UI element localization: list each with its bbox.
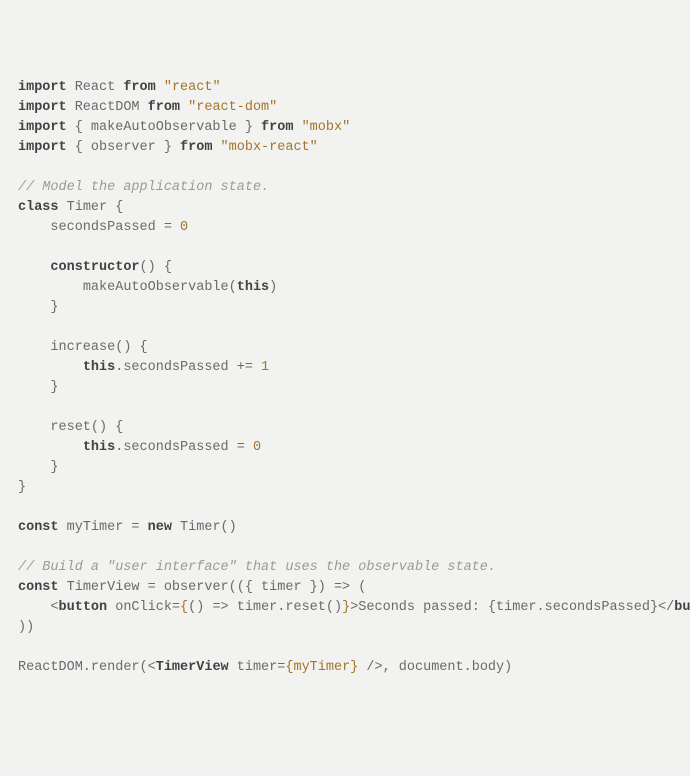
token-kw: import <box>18 80 67 95</box>
code-line: import ReactDOM from "react-dom" <box>18 98 672 118</box>
token-num: 1 <box>261 360 269 375</box>
token-kw: import <box>18 100 67 115</box>
code-line: reset() { <box>18 418 672 438</box>
code-line: import React from "react" <box>18 78 672 98</box>
token-kw: const <box>18 580 59 595</box>
token-kw: button <box>59 600 108 615</box>
token-kw: new <box>148 520 172 535</box>
token-kw: from <box>123 80 155 95</box>
token-kw: from <box>261 120 293 135</box>
code-line: const myTimer = new Timer() <box>18 518 672 538</box>
code-line <box>18 398 672 418</box>
token-kw: TimerView <box>156 660 229 675</box>
code-line <box>18 538 672 558</box>
token-kw: button <box>674 600 690 615</box>
code-line: )) <box>18 618 672 638</box>
code-line: import { observer } from "mobx-react" <box>18 138 672 158</box>
code-line <box>18 638 672 658</box>
code-line <box>18 238 672 258</box>
token-kw: import <box>18 140 67 155</box>
code-line: // Model the application state. <box>18 178 672 198</box>
token-kw: class <box>18 200 59 215</box>
token-num: 0 <box>180 220 188 235</box>
token-num: {myTimer} <box>285 660 358 675</box>
token-num: } <box>342 600 350 615</box>
code-line: increase() { <box>18 338 672 358</box>
code-line: } <box>18 458 672 478</box>
token-kw: const <box>18 520 59 535</box>
code-line: makeAutoObservable(this) <box>18 278 672 298</box>
code-line <box>18 318 672 338</box>
code-line <box>18 498 672 518</box>
token-num: 0 <box>253 440 261 455</box>
token-kw: this <box>237 280 269 295</box>
token-com: // Build a "user interface" that uses th… <box>18 560 496 575</box>
token-kw: import <box>18 120 67 135</box>
token-kw: from <box>148 100 180 115</box>
code-line: // Build a "user interface" that uses th… <box>18 558 672 578</box>
code-line: class Timer { <box>18 198 672 218</box>
token-com: // Model the application state. <box>18 180 269 195</box>
token-str: "react" <box>164 80 221 95</box>
code-line <box>18 158 672 178</box>
token-str: "react-dom" <box>188 100 277 115</box>
code-line: ReactDOM.render(<TimerView timer={myTime… <box>18 658 672 678</box>
token-kw: this <box>83 360 115 375</box>
token-kw: this <box>83 440 115 455</box>
token-str: "mobx" <box>302 120 351 135</box>
code-line: import { makeAutoObservable } from "mobx… <box>18 118 672 138</box>
code-line: <button onClick={() => timer.reset()}>Se… <box>18 598 672 618</box>
token-num: { <box>180 600 188 615</box>
token-kw: constructor <box>50 260 139 275</box>
token-kw: from <box>180 140 212 155</box>
code-line: secondsPassed = 0 <box>18 218 672 238</box>
code-line: this.secondsPassed += 1 <box>18 358 672 378</box>
code-line: } <box>18 378 672 398</box>
code-line: this.secondsPassed = 0 <box>18 438 672 458</box>
code-line: const TimerView = observer(({ timer }) =… <box>18 578 672 598</box>
code-block: import React from "react"import ReactDOM… <box>18 78 672 678</box>
code-line: } <box>18 298 672 318</box>
token-str: "mobx-react" <box>221 140 318 155</box>
code-line: constructor() { <box>18 258 672 278</box>
code-line: } <box>18 478 672 498</box>
